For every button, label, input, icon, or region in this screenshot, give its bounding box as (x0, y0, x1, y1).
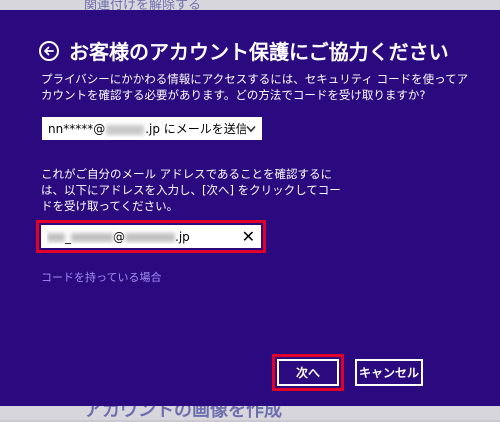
method-email-prefix: nn*****@ (48, 122, 106, 136)
back-button[interactable] (39, 40, 59, 61)
redacted-domain (106, 124, 145, 135)
redacted-domain-2 (125, 232, 175, 242)
have-code-link[interactable]: コードを持っている場合 (41, 269, 161, 285)
email-value: _ @ .jp (47, 230, 238, 244)
account-protection-dialog: お客様のアカウント保護にご協力ください プライバシーにかかわる情報にアクセスする… (0, 10, 500, 406)
email-field-highlight: _ @ .jp ✕ (36, 220, 266, 253)
chevron-down-icon (246, 125, 256, 132)
dialog-title: お客様のアカウント保護にご協力ください (69, 40, 449, 64)
selected-method: nn*****@ .jp にメールを送信 (48, 120, 246, 137)
cancel-button[interactable]: キャンセル (355, 359, 423, 386)
redacted-user-2 (71, 232, 113, 242)
email-suffix: .jp (175, 229, 190, 244)
email-at: @ (113, 229, 125, 244)
next-button[interactable]: 次へ (277, 359, 339, 386)
clear-icon[interactable]: ✕ (242, 227, 255, 246)
next-button-highlight: 次へ (272, 354, 344, 391)
dialog-header: お客様のアカウント保護にご協力ください (39, 36, 449, 65)
email-instruction: これがご自分のメール アドレスであることを確認するには、以下にアドレスを入力し、… (41, 167, 341, 213)
email-input[interactable]: _ @ .jp ✕ (41, 225, 261, 248)
method-email-suffix: .jp にメールを送信 (145, 122, 246, 136)
verification-method-select[interactable]: nn*****@ .jp にメールを送信 (42, 117, 262, 140)
redacted-user-1 (47, 232, 65, 242)
back-arrow-icon (44, 46, 54, 55)
dialog-description: プライバシーにかかわる情報にアクセスするには、セキュリティ コードを使ってアカウ… (41, 72, 469, 102)
